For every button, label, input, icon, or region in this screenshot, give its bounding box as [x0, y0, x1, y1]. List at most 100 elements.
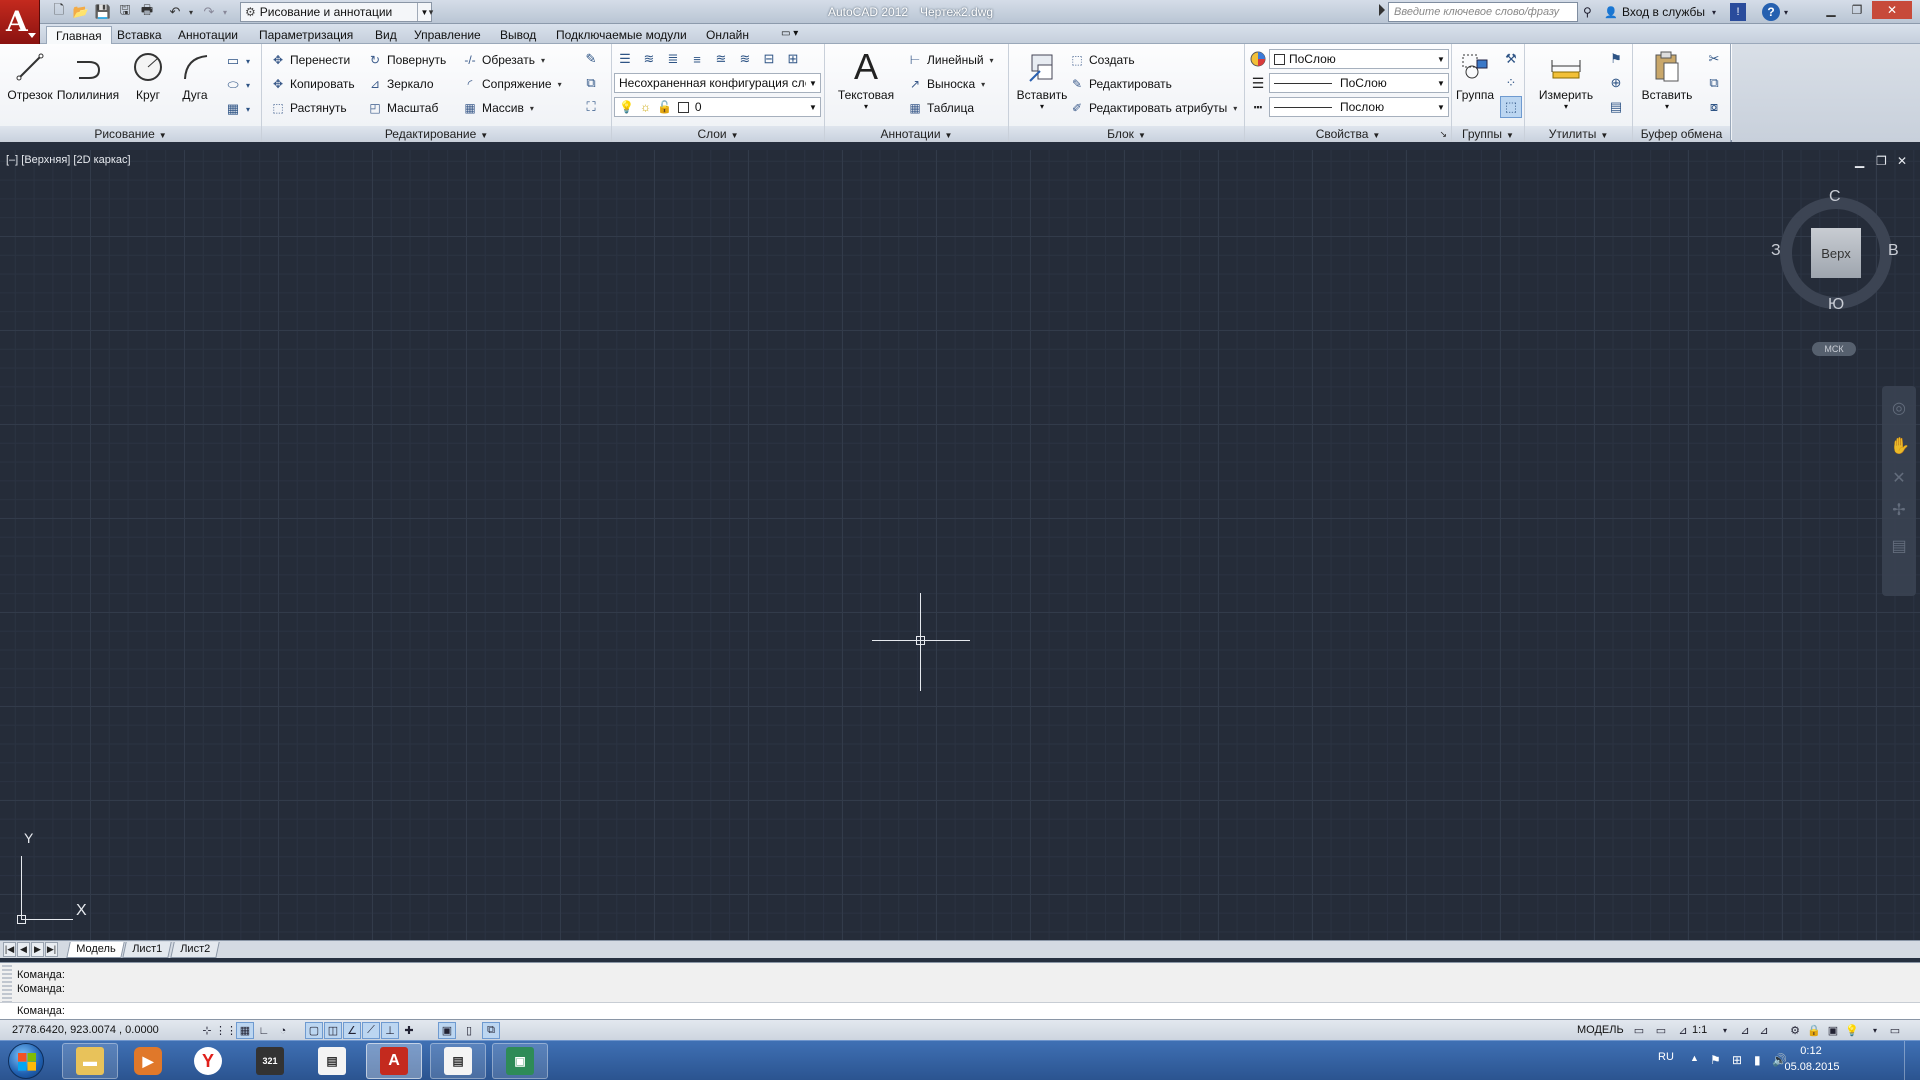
tab-view[interactable]: Вид [366, 26, 406, 44]
tab-output[interactable]: Вывод [491, 26, 545, 44]
snap-mode-icon[interactable]: ⋮⋮ [215, 1022, 237, 1039]
panel-groups-title[interactable]: Группы ▼ [1452, 126, 1524, 142]
save-as-icon[interactable]: 🖫 [116, 2, 134, 21]
polar-tracking-icon[interactable]: ◔ [274, 1022, 292, 1039]
scale-tool-button[interactable]: ◰ Масштаб [367, 97, 438, 119]
mirror-tool-button[interactable]: ⊿ Зеркало [367, 73, 434, 95]
taskbar-autocad[interactable]: A [366, 1043, 422, 1079]
auto-scale-icon[interactable]: ⊿ [1755, 1022, 1773, 1039]
close-icon[interactable]: ✕ [1872, 1, 1912, 19]
layer-off-icon[interactable]: ≋ [734, 48, 756, 70]
group-tool-button[interactable]: Группа [1452, 50, 1498, 102]
chevron-down-icon[interactable]: ▾ [242, 74, 254, 96]
quick-properties-icon[interactable]: ▯ [460, 1022, 478, 1039]
sign-in-dropdown-icon[interactable]: ▾ [1712, 3, 1716, 21]
layer-properties-icon[interactable]: ☰ [614, 48, 636, 70]
zoom-extents-icon[interactable]: ✕ [1890, 468, 1908, 487]
tab-manage[interactable]: Управление [405, 26, 490, 44]
redo-dropdown-icon[interactable]: ▾ [216, 3, 234, 21]
layer-isolate-icon[interactable]: ≡ [686, 48, 708, 70]
tab-model[interactable]: Модель [66, 942, 126, 958]
tab-plugins[interactable]: Подключаемые модули [547, 26, 696, 44]
restore-icon[interactable]: ❐ [1844, 1, 1870, 19]
quick-select-icon[interactable]: ⚑ [1605, 48, 1627, 70]
model-space-button[interactable]: МОДЕЛЬ [1577, 1024, 1624, 1036]
isolate-objects-icon[interactable]: 💡 [1843, 1022, 1861, 1039]
power-icon[interactable]: ▮ [1754, 1053, 1761, 1067]
help-dropdown-icon[interactable]: ▾ [1784, 3, 1788, 21]
linetype-combo[interactable]: Послою ▼ [1269, 97, 1449, 117]
viewcube[interactable]: Верх С Ю В З [1771, 188, 1899, 314]
selection-cycling-icon[interactable]: ⧉ [482, 1022, 500, 1039]
viewport-restore-icon[interactable]: ❐ [1876, 154, 1887, 168]
search-input[interactable]: Введите ключевое слово/фразу [1388, 2, 1578, 22]
table-tool-button[interactable]: ▦ Таблица [907, 97, 974, 119]
trim-tool-button[interactable]: -/- Обрезать ▾ [462, 49, 545, 71]
taskbar-media-player[interactable]: ▶ [120, 1043, 176, 1079]
application-status-menu-icon[interactable]: ▾ [1866, 1022, 1884, 1039]
circle-tool-button[interactable]: Круг [123, 50, 173, 102]
workspace-select[interactable]: ⚙ Рисование и аннотации ▼ [240, 2, 432, 22]
match-properties-icon[interactable] [1247, 48, 1269, 70]
ortho-mode-icon[interactable]: ∟ [255, 1022, 273, 1039]
viewport-controls-label[interactable]: [–] [Верхняя] [2D каркас] [6, 154, 131, 166]
insert-block-button[interactable]: Вставить ▾ [1013, 50, 1071, 111]
panel-layers-title[interactable]: Слои ▼ [612, 126, 824, 142]
array-tool-button[interactable]: ▦ Массив ▾ [462, 97, 534, 119]
chevron-down-icon[interactable]: ▾ [1716, 1022, 1734, 1039]
create-block-button[interactable]: ⬚ Создать [1069, 49, 1134, 71]
expand-search-icon[interactable] [1379, 4, 1385, 16]
clock-date[interactable]: 05.08.2015 [1782, 1061, 1842, 1073]
current-layer-combo[interactable]: 💡 ☼ 🔓 0 ▼ [614, 97, 821, 117]
compass-north[interactable]: С [1829, 188, 1841, 206]
command-line-input[interactable]: Команда: [0, 1002, 1920, 1019]
group-selection-icon[interactable]: ⬚ [1500, 96, 1522, 118]
stretch-tool-button[interactable]: ⬚ Растянуть [270, 97, 346, 119]
taskbar-yandex-browser[interactable]: Y [180, 1043, 236, 1079]
compass-south[interactable]: Ю [1828, 296, 1844, 314]
erase-icon[interactable]: ✎ [580, 48, 602, 70]
ribbon-minimize-icon[interactable]: ▭ ▾ [772, 26, 807, 44]
viewcube-top-face[interactable]: Верх [1811, 228, 1861, 278]
exchange-icon[interactable]: ! [1730, 3, 1746, 21]
show-desktop-button[interactable] [1904, 1041, 1920, 1080]
rectangle-icon[interactable]: ▭ [222, 50, 244, 72]
grid-display-icon[interactable]: ▦ [236, 1022, 254, 1039]
ungroup-icon[interactable]: ⚒ [1500, 48, 1522, 70]
edit-block-button[interactable]: ✎ Редактировать [1069, 73, 1172, 95]
binoculars-icon[interactable]: ⚲ [1583, 3, 1592, 21]
prev-tab-icon[interactable]: ◀ [17, 942, 30, 957]
explode-icon[interactable]: ⧉ [580, 72, 602, 94]
tab-layout2[interactable]: Лист2 [170, 942, 220, 958]
polyline-tool-button[interactable]: Полилиния [56, 50, 120, 102]
windows-tray-icon[interactable]: ⊞ [1732, 1053, 1742, 1067]
layer-unlock-icon[interactable]: ⊞ [782, 48, 804, 70]
edit-attributes-button[interactable]: ✐ Редактировать атрибуты ▾ [1069, 97, 1237, 119]
copy-tool-button[interactable]: ✥ Копировать [270, 73, 355, 95]
line-tool-button[interactable]: Отрезок [5, 50, 55, 102]
help-icon[interactable]: ? [1762, 3, 1780, 21]
taskbar-document[interactable]: ▤ [304, 1043, 360, 1079]
compass-west[interactable]: З [1771, 242, 1781, 260]
annotation-visibility-icon[interactable]: ⊿ [1736, 1022, 1754, 1039]
chevron-down-icon[interactable]: ▾ [242, 98, 254, 120]
dynamic-input-icon[interactable]: ⊥ [381, 1022, 399, 1039]
lock-ui-icon[interactable]: 🔒 [1805, 1022, 1823, 1039]
showmotion-icon[interactable]: ▤ [1890, 536, 1908, 555]
tab-home[interactable]: Главная [46, 26, 112, 44]
move-tool-button[interactable]: ✥ Перенести [270, 49, 350, 71]
object-snap-icon[interactable]: ▢ [305, 1022, 323, 1039]
dimension-tool-button[interactable]: ⊢ Линейный ▾ [907, 49, 994, 71]
sign-in-link[interactable]: Вход в службы [1622, 5, 1705, 19]
quick-access-menu-icon[interactable]: ▾ [422, 3, 440, 21]
new-file-icon[interactable]: 🗋 [50, 2, 68, 21]
copy-with-basepoint-icon[interactable]: ⧇ [1703, 96, 1725, 118]
transparency-icon[interactable]: ▣ [438, 1022, 456, 1039]
offset-icon[interactable]: ⛶ [580, 96, 602, 118]
print-icon[interactable]: 🖶 [138, 2, 156, 21]
cut-icon[interactable]: ✂ [1703, 48, 1725, 70]
layout-quick-view-icon[interactable]: ▭ [1630, 1022, 1648, 1039]
start-button[interactable] [8, 1043, 44, 1079]
layer-state-combo[interactable]: Несохраненная конфигурация сло ▼ [614, 73, 821, 93]
tab-insert[interactable]: Вставка [108, 26, 171, 44]
